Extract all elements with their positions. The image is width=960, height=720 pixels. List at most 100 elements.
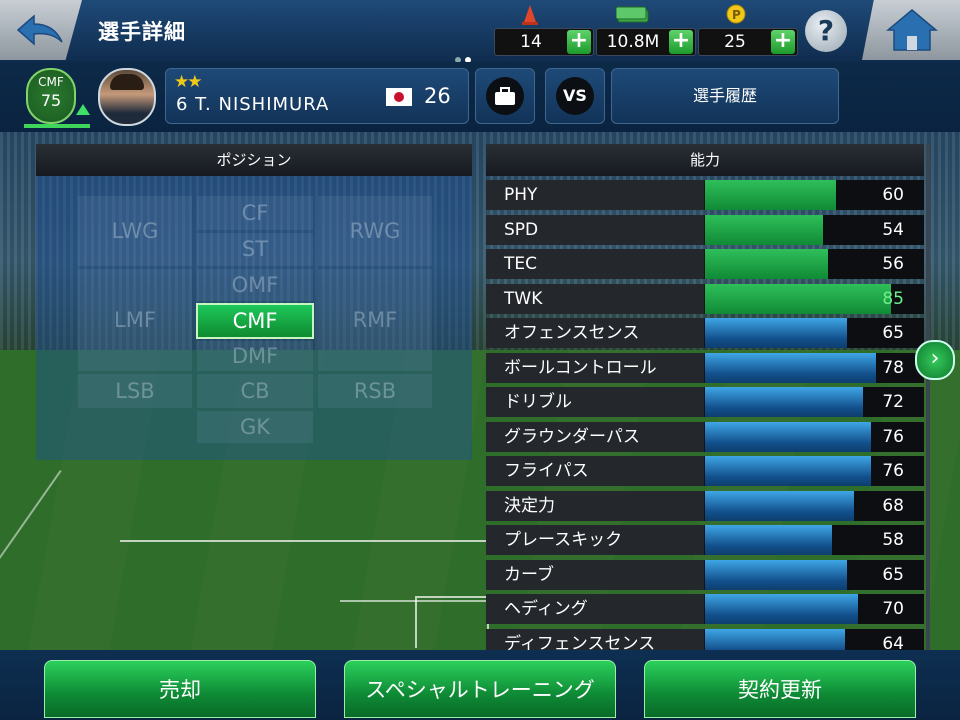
position-cell-cb[interactable]: CB [197,374,313,408]
position-cell-lwg[interactable]: LWG [78,196,192,266]
add-points-button[interactable]: + [771,30,795,54]
briefcase-icon [495,87,515,105]
ability-value: 64 [882,633,904,651]
ability-bar-track: 85 [705,283,924,314]
position-label: CMF [38,75,64,89]
ability-value: 78 [882,357,904,378]
ability-row: カーブ 65 [486,559,924,590]
ability-value: 60 [882,185,904,205]
ability-scrollbar[interactable] [926,144,930,650]
position-cell-rmf[interactable]: RMF [318,269,432,371]
ability-value: 65 [882,564,904,585]
ability-row: ボールコントロール 78 [486,352,924,383]
ability-bar-track: 78 [705,352,924,383]
contract-button[interactable] [475,68,535,124]
position-cell-omf[interactable]: OMF [197,269,313,301]
player-name-card: ★★ 6 T. NISHIMURA 26 [165,68,469,124]
ability-bar-track: 70 [705,594,924,624]
avatar [98,68,156,126]
ability-label: ヘディング [486,594,704,624]
ability-bar-track: 68 [705,490,924,521]
chevron-right-icon: › [930,346,940,371]
ability-bar-track: 65 [705,559,924,590]
position-cell-lmf[interactable]: LMF [78,269,192,371]
ability-bar-track: 58 [705,525,924,555]
ability-bar-track: 76 [705,456,924,486]
ability-row: フライパス 76 [486,456,924,486]
ability-bar-track: 60 [705,180,924,210]
ability-bar-track: 54 [705,214,924,245]
add-cash-button[interactable]: + [669,30,693,54]
ability-label: ドリブル [486,387,704,417]
ability-bar-fill [705,559,847,590]
ability-label: PHY [486,180,704,210]
add-cone-button[interactable]: + [567,30,591,54]
cash-counter: 10.8M + [596,28,696,56]
position-cell-gk[interactable]: GK [197,411,313,443]
ability-bar-fill [705,387,863,417]
ability-bar-fill [705,352,876,383]
special-training-button[interactable]: スペシャルトレーニング [344,660,616,718]
ability-value: 58 [882,530,904,550]
ability-bar-fill [705,249,828,279]
ability-row: 決定力 68 [486,490,924,521]
ability-bar-track: 65 [705,318,924,348]
ability-row: SPD 54 [486,214,924,245]
position-cell-cmf[interactable]: CMF [196,303,314,339]
ability-bar-fill [705,318,847,348]
cash-icon [616,6,649,23]
position-cell-dmf[interactable]: DMF [197,341,313,371]
position-panel-header: ポジション [36,144,472,176]
home-button[interactable] [862,0,960,60]
ability-bar-track: 76 [705,421,924,452]
position-cell-lsb[interactable]: LSB [78,374,192,408]
ability-value: 72 [882,392,904,412]
ability-panel[interactable]: 能力 PHY 60 SPD 54 TEC 56 TWK 85 オフェンスセンス 65 ボールコントロ… [486,144,924,650]
ability-bar-fill [705,628,845,650]
ability-bar-track: 72 [705,387,924,417]
position-cell-rsb[interactable]: RSB [318,374,432,408]
ability-row: ドリブル 72 [486,387,924,417]
pitch-line [120,540,540,542]
back-arrow-icon [16,14,63,46]
position-cell-rwg[interactable]: RWG [318,196,432,266]
ability-label: TEC [486,249,704,279]
ability-value: 70 [882,599,904,619]
page-title: 選手詳細 [98,20,186,44]
ability-row: TWK 85 [486,283,924,314]
ability-label: オフェンスセンス [486,318,704,348]
ability-bar-fill [705,421,871,452]
position-rating-badge: CMF 75 [26,68,76,124]
position-cell-st[interactable]: ST [197,233,313,266]
help-button[interactable]: ? [805,10,847,52]
points-counter: 25 + [698,28,798,56]
ability-bar-fill [705,456,871,486]
vs-button[interactable]: VS [545,68,605,124]
renew-contract-button[interactable]: 契約更新 [644,660,916,718]
star-rating: ★★ [174,72,203,92]
ability-bar-fill [705,525,832,555]
japan-flag-icon [386,88,412,106]
position-panel: ポジション LWG CF RWG ST OMF LMF CMF RMF DMF … [36,144,472,460]
sell-button[interactable]: 売却 [44,660,316,718]
cone-counter: 14 + [494,28,594,56]
ability-value: 76 [882,426,904,447]
player-name: 6 T. NISHIMURA [176,94,330,115]
ability-row: ディフェンスセンス 64 [486,628,924,651]
ability-label: グラウンダーパス [486,421,704,452]
ability-row: ヘディング 70 [486,594,924,624]
ability-value: 85 [882,288,904,309]
ability-bar-track: 56 [705,249,924,279]
ability-row: オフェンスセンス 65 [486,318,924,348]
home-icon [886,9,938,51]
ability-panel-header: 能力 [486,144,924,176]
ability-label: ボールコントロール [486,352,704,383]
player-history-button[interactable]: 選手履歴 [611,68,839,124]
cash-amount: 10.8M [606,32,660,52]
goal-frame [415,596,489,648]
cone-count: 14 [520,32,542,52]
position-cell-cf[interactable]: CF [197,196,313,230]
next-page-button[interactable]: › [915,340,955,380]
ability-value: 65 [882,323,904,343]
player-age: 26 [424,84,451,108]
